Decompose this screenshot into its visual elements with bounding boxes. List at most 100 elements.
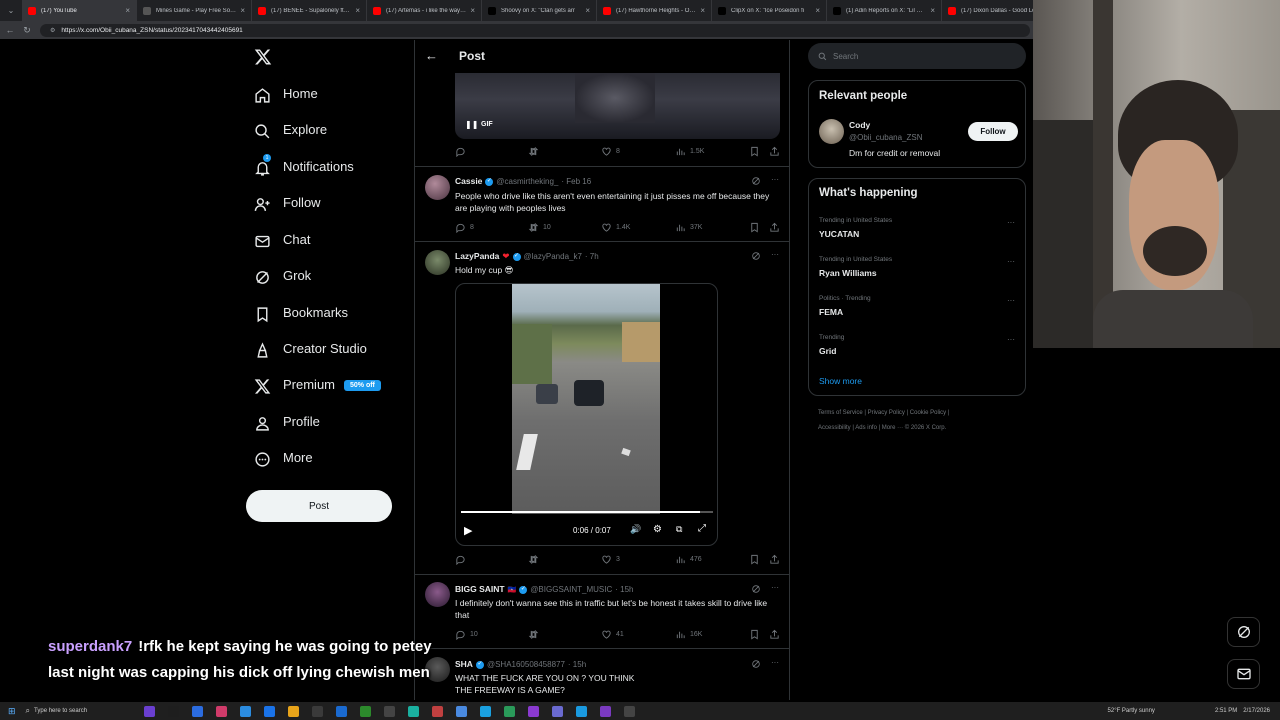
taskbar-app-icon[interactable]: [264, 705, 276, 717]
tab-close-icon[interactable]: ×: [470, 6, 475, 15]
nav-premium[interactable]: Premium 50% off: [254, 374, 381, 398]
taskbar-app-icon[interactable]: [336, 705, 348, 717]
more-options-icon[interactable]: ···: [771, 175, 779, 184]
browser-tab[interactable]: ClipX on X: "Ice Poseidon fi ×: [712, 0, 827, 21]
settings-gear-icon[interactable]: ⚙: [653, 524, 662, 535]
taskbar-app-icon[interactable]: [576, 705, 588, 717]
tweet-author[interactable]: SHA @SHA160508458877· 15h: [455, 659, 586, 669]
nav-grok[interactable]: Grok: [254, 265, 311, 289]
avatar[interactable]: [425, 175, 450, 200]
browser-tab[interactable]: (1) Adin Reports on X: "Lil Baby ×: [827, 0, 942, 21]
retweet-button[interactable]: [528, 146, 543, 157]
fullscreen-icon[interactable]: ⤢: [698, 523, 706, 534]
tab-close-icon[interactable]: ×: [355, 6, 360, 15]
taskbar-search-box[interactable]: Type here to search: [34, 708, 124, 714]
person-name[interactable]: Cody: [849, 120, 870, 130]
play-icon[interactable]: ▶: [464, 524, 472, 537]
tab-search-icon[interactable]: ⌄: [0, 0, 22, 21]
reply-button[interactable]: [455, 554, 470, 565]
show-more-link[interactable]: Show more: [819, 376, 862, 386]
views-button[interactable]: 37K: [675, 222, 702, 233]
avatar[interactable]: [819, 119, 844, 144]
site-info-icon[interactable]: ⚙: [50, 27, 55, 34]
browser-tab[interactable]: (17) YouTube ×: [22, 0, 137, 21]
taskbar-app-icon[interactable]: [552, 705, 564, 717]
more-options-icon[interactable]: ···: [1007, 335, 1015, 344]
back-arrow-icon[interactable]: ←: [3, 23, 17, 37]
trend-item[interactable]: Trending Grid ···: [809, 332, 1025, 368]
taskbar-app-icon[interactable]: [504, 705, 516, 717]
share-button[interactable]: [769, 554, 784, 565]
x-logo-icon[interactable]: [254, 48, 272, 66]
nav-more[interactable]: More: [254, 447, 313, 471]
taskbar-app-icon[interactable]: [288, 705, 300, 717]
taskbar-app-icon[interactable]: [456, 705, 468, 717]
reply-button[interactable]: [455, 146, 470, 157]
browser-tab[interactable]: (17) Hawthorne Heights - Ohio is ×: [597, 0, 712, 21]
taskbar-app-icon[interactable]: [408, 705, 420, 717]
retweet-button[interactable]: 10: [528, 222, 551, 233]
more-options-icon[interactable]: ···: [1007, 257, 1015, 266]
retweet-button[interactable]: [528, 554, 543, 565]
like-button[interactable]: 41: [601, 629, 624, 640]
trend-item[interactable]: Politics · Trending FEMA ···: [809, 293, 1025, 329]
nav-home[interactable]: Home: [254, 83, 318, 107]
search-input[interactable]: Search: [808, 43, 1026, 69]
taskbar-app-icon[interactable]: [240, 705, 252, 717]
trend-item[interactable]: Trending in United States YUCATAN ···: [809, 215, 1025, 251]
back-arrow-icon[interactable]: ←: [425, 48, 438, 63]
video-progress-track[interactable]: [461, 511, 713, 513]
views-button[interactable]: 476: [675, 554, 702, 565]
grok-icon[interactable]: [751, 251, 761, 261]
footer-links[interactable]: Accessibility | Ads info | More ··· © 20…: [818, 425, 946, 431]
views-button[interactable]: 16K: [675, 629, 702, 640]
share-button[interactable]: [769, 629, 784, 640]
views-button[interactable]: 1.5K: [675, 146, 704, 157]
more-options-icon[interactable]: ···: [771, 250, 779, 259]
grok-icon[interactable]: [751, 176, 761, 186]
browser-tab[interactable]: (17) Artemas - i like the way you ×: [367, 0, 482, 21]
grok-icon[interactable]: [751, 659, 761, 669]
reply-button[interactable]: 10: [455, 629, 478, 640]
bookmark-button[interactable]: [749, 222, 764, 233]
more-options-icon[interactable]: ···: [771, 658, 779, 667]
taskbar-app-icon[interactable]: [216, 705, 228, 717]
nav-notifications[interactable]: 1 Notifications: [254, 154, 354, 180]
tweet-author[interactable]: LazyPanda❤ @lazyPanda_k7· 7h: [455, 251, 599, 262]
footer-links[interactable]: Terms of Service | Privacy Policy | Cook…: [818, 410, 949, 416]
taskbar-app-icon[interactable]: [624, 705, 636, 717]
clock-time[interactable]: 2:51 PM: [1215, 708, 1237, 714]
bookmark-button[interactable]: [749, 146, 764, 157]
like-button[interactable]: 1.4K: [601, 222, 630, 233]
like-button[interactable]: 8: [601, 146, 620, 157]
nav-creator-studio[interactable]: Creator Studio: [254, 338, 367, 362]
pip-icon[interactable]: ⧉: [676, 524, 682, 535]
taskbar-app-icon[interactable]: [384, 705, 396, 717]
taskbar-app-icon[interactable]: [360, 705, 372, 717]
pause-icon[interactable]: ❚❚: [465, 120, 478, 129]
tab-close-icon[interactable]: ×: [700, 6, 705, 15]
browser-tab[interactable]: (17) BENEE - Supalonely ft. Gus ×: [252, 0, 367, 21]
taskbar-app-icon[interactable]: [144, 705, 156, 717]
follow-button[interactable]: Follow: [968, 122, 1018, 141]
taskbar-search-icon[interactable]: ⌕: [26, 706, 30, 716]
tab-close-icon[interactable]: ×: [240, 6, 245, 15]
tweet-author[interactable]: BIGG SAINT🇭🇹 @BIGGSAINT_MUSIC· 15h: [455, 584, 633, 594]
share-button[interactable]: [769, 222, 784, 233]
bookmark-button[interactable]: [749, 554, 764, 565]
video-player[interactable]: ▶ 0:06 / 0:07 🔊 ⚙ ⧉ ⤢: [455, 283, 718, 546]
tab-close-icon[interactable]: ×: [585, 6, 590, 15]
more-options-icon[interactable]: ···: [771, 583, 779, 592]
tab-close-icon[interactable]: ×: [930, 6, 935, 15]
tab-close-icon[interactable]: ×: [125, 6, 130, 15]
volume-icon[interactable]: 🔊: [630, 524, 641, 535]
tab-close-icon[interactable]: ×: [815, 6, 820, 15]
nav-bookmarks[interactable]: Bookmarks: [254, 302, 348, 326]
avatar[interactable]: [425, 250, 450, 275]
grok-icon[interactable]: [751, 584, 761, 594]
retweet-button[interactable]: [528, 629, 543, 640]
taskbar-app-icon[interactable]: [192, 705, 204, 717]
taskbar-app-icon[interactable]: [432, 705, 444, 717]
reply-button[interactable]: 8: [455, 222, 474, 233]
like-button[interactable]: 3: [601, 554, 620, 565]
